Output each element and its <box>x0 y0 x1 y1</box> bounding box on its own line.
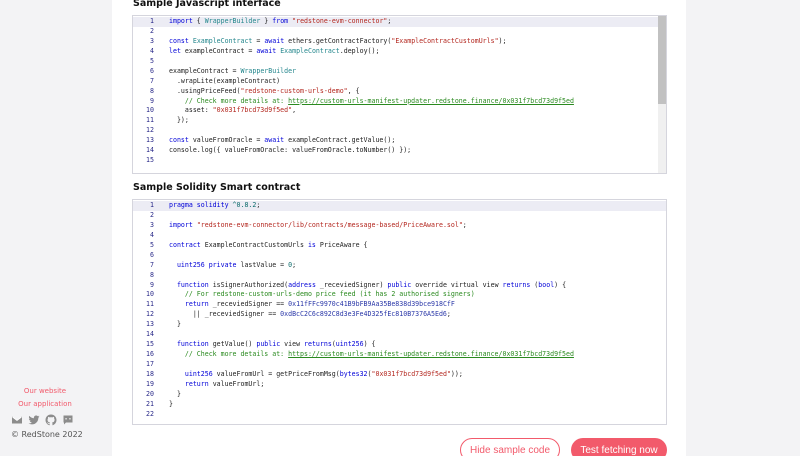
code-line: 12 || _receviedSigner == 0xdBcC2C6c892C8… <box>146 310 451 319</box>
code-line: 7 .wrapLite(exampleContract) <box>150 76 281 85</box>
code-line: 15 function getValue() public view retur… <box>146 340 376 349</box>
our-website-link[interactable]: Our website <box>0 385 90 398</box>
sol-section-title: Sample Solidity Smart contract <box>133 182 301 193</box>
code-line: 13 const valueFromOracle = await exampleC… <box>146 136 396 145</box>
social-icons <box>11 414 74 426</box>
code-line: 4 let exampleContract = await ExampleCont… <box>150 46 380 55</box>
code-line: 7 uint256 private lastValue = 0; <box>150 260 297 269</box>
code-line: 14 console.log({ valueFromOracle: valueFr… <box>146 146 412 155</box>
code-line: 20 } <box>146 389 181 398</box>
js-section-title: Sample Javascript interface <box>133 0 281 9</box>
code-line: 8 .usingPriceFeed("redstone-custom-urls-… <box>150 86 360 95</box>
sidebar: Our website Our application © RedStone 2… <box>0 0 112 456</box>
js-code-editor[interactable]: 1 import { WrapperBuilder } from "redston… <box>132 15 667 174</box>
hide-sample-code-button[interactable]: Hide sample code <box>460 438 560 456</box>
solidity-code-editor[interactable]: 1 pragma solidity ^0.8.2; 2 3 import "reds… <box>132 199 667 425</box>
main-card: Sample Javascript interface 1 import { Wr… <box>112 0 686 456</box>
copyright-text: © RedStone 2022 <box>11 430 83 439</box>
code-line: 13 } <box>146 320 181 329</box>
our-application-link[interactable]: Our application <box>0 398 90 411</box>
code-line: 17 <box>146 360 154 368</box>
mail-icon[interactable] <box>11 414 23 426</box>
code-line: 8 <box>150 270 154 279</box>
code-line: 6 <box>150 250 154 259</box>
code-line: 18 uint256 valueFromUrl = getPriceFromMs… <box>146 369 463 378</box>
sidebar-links: Our website Our application <box>0 385 90 411</box>
code-line: 3 const ExampleContract = await ethers.ge… <box>150 36 507 45</box>
code-line: 10 asset: "0x031f7bcd73d9f5ed", <box>146 106 297 115</box>
code-line: 22 <box>146 409 154 418</box>
code-line: 4 <box>150 230 154 239</box>
github-icon[interactable] <box>45 414 57 426</box>
code-line: 15 <box>146 156 154 165</box>
code-line: 1 pragma solidity ^0.8.2; <box>133 201 666 211</box>
code-line: 11 }); <box>146 116 189 125</box>
code-line: 3 import "redstone-evm-connector/lib/cont… <box>150 220 467 229</box>
code-line: 1 import { WrapperBuilder } from "redston… <box>133 17 666 27</box>
code-line: 2 <box>150 210 154 219</box>
discord-icon[interactable] <box>62 414 74 426</box>
code-line: 14 <box>146 330 154 339</box>
code-line: 19 return valueFromUrl; <box>146 379 265 388</box>
twitter-icon[interactable] <box>28 414 40 426</box>
code-line: 9 // Check more details at: https://cust… <box>150 96 574 105</box>
code-line: 10 // For redstone-custom-urls-demo pric… <box>146 290 475 299</box>
code-line: 16 // Check more details at: https://cus… <box>146 350 574 359</box>
code-line: 5 contract ExampleContractCustomUrls is P… <box>150 240 368 249</box>
code-line: 11 return _receviedSigner == 0x11fFFc997… <box>146 300 455 309</box>
code-line: 6 exampleContract = WrapperBuilder <box>150 66 297 75</box>
test-fetching-button[interactable]: Test fetching now <box>571 438 667 456</box>
js-editor-scrollbar-thumb[interactable] <box>658 16 666 104</box>
code-line: 21} <box>146 399 173 408</box>
code-line: 9 function isSignerAuthorized(address _r… <box>150 280 567 289</box>
code-line: 2 <box>150 26 154 35</box>
code-line: 12 <box>146 126 154 135</box>
code-line: 5 <box>150 56 154 65</box>
